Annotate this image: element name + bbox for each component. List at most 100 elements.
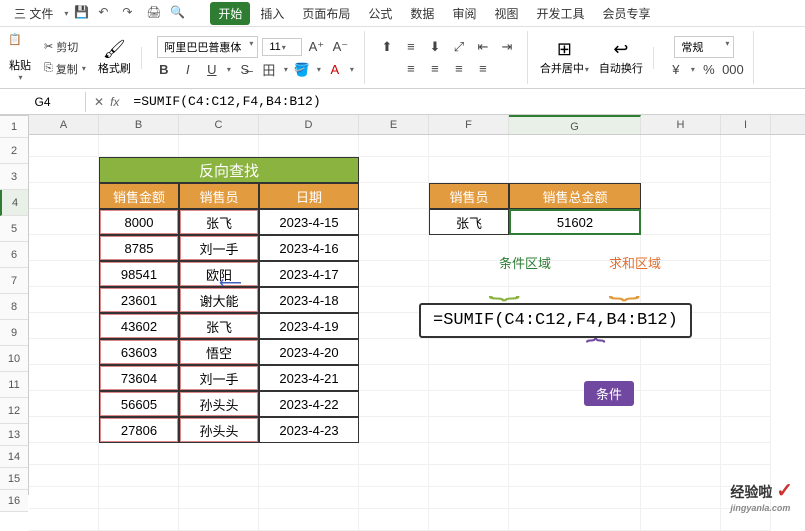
align-center-icon[interactable]: ≡	[425, 59, 445, 79]
currency-icon[interactable]: ¥	[666, 60, 686, 80]
indent-dec-icon[interactable]: ⇤	[473, 37, 493, 57]
copy-button[interactable]: ⎘复制▾	[40, 59, 90, 79]
col-header[interactable]: E	[359, 115, 429, 134]
cell-reference[interactable]: G4	[0, 92, 86, 112]
underline-button[interactable]: U	[202, 60, 222, 80]
data-cell[interactable]: 2023-4-17	[259, 261, 359, 287]
data-cell[interactable]: 23601	[99, 287, 179, 313]
data-cell[interactable]: 8785	[99, 235, 179, 261]
data-cell[interactable]: 73604	[99, 365, 179, 391]
comma-icon[interactable]: 000	[723, 60, 743, 80]
data-cell[interactable]: 2023-4-15	[259, 209, 359, 235]
cut-button[interactable]: ✂剪切	[40, 37, 90, 57]
tab-layout[interactable]: 页面布局	[294, 2, 358, 25]
undo-icon[interactable]: ↶	[98, 5, 114, 21]
data-cell[interactable]: 27806	[99, 417, 179, 443]
col-header[interactable]: F	[429, 115, 509, 134]
result-header[interactable]: 销售员	[429, 183, 509, 209]
tab-formula[interactable]: 公式	[360, 2, 400, 25]
justify-icon[interactable]: ≡	[473, 59, 493, 79]
data-cell[interactable]: 2023-4-23	[259, 417, 359, 443]
table-header[interactable]: 日期	[259, 183, 359, 209]
row-header[interactable]: 3	[0, 164, 28, 190]
font-size-select[interactable]: 11▾	[262, 38, 302, 56]
table-title[interactable]: 反向查找	[99, 157, 359, 183]
col-header[interactable]: D	[259, 115, 359, 134]
save-icon[interactable]: 💾	[74, 5, 90, 21]
increase-font-icon[interactable]: A⁺	[306, 37, 326, 57]
format-painter[interactable]: 🖌 格式刷	[98, 39, 131, 76]
selected-cell[interactable]: 51602	[509, 209, 641, 235]
percent-icon[interactable]: %	[699, 60, 719, 80]
font-color-button[interactable]: A	[325, 60, 345, 80]
tab-dev[interactable]: 开发工具	[528, 2, 592, 25]
fill-color-button[interactable]: 🪣	[292, 60, 312, 80]
font-name-select[interactable]: 阿里巴巴普惠体▾	[157, 36, 258, 58]
row-header[interactable]: 6	[0, 242, 28, 268]
tab-view[interactable]: 视图	[486, 2, 526, 25]
row-header[interactable]: 8	[0, 294, 28, 320]
data-cell[interactable]: 8000	[99, 209, 179, 235]
row-header[interactable]: 11	[0, 372, 28, 398]
data-cell[interactable]: 43602	[99, 313, 179, 339]
row-header[interactable]: 7	[0, 268, 28, 294]
formula-input[interactable]: =SUMIF(C4:C12,F4,B4:B12)	[127, 91, 805, 112]
col-header[interactable]: C	[179, 115, 259, 134]
data-cell[interactable]: 2023-4-22	[259, 391, 359, 417]
file-menu[interactable]: 三 文件	[6, 2, 61, 25]
data-cell[interactable]: 56605	[99, 391, 179, 417]
data-cell[interactable]: 2023-4-16	[259, 235, 359, 261]
decrease-font-icon[interactable]: A⁻	[330, 37, 350, 57]
data-cell[interactable]: 张飞	[179, 313, 259, 339]
data-cell[interactable]: 98541	[99, 261, 179, 287]
merge-button[interactable]: ⊞ 合并居中▾	[540, 39, 589, 76]
col-header[interactable]: I	[721, 115, 771, 134]
tab-data[interactable]: 数据	[402, 2, 442, 25]
row-header[interactable]: 16	[0, 490, 28, 512]
paste-button[interactable]: 📋 粘贴▾	[8, 33, 32, 82]
number-format-select[interactable]: 常规▾	[674, 36, 734, 58]
italic-button[interactable]: I	[178, 60, 198, 80]
data-cell[interactable]: 张飞	[179, 209, 259, 235]
row-header[interactable]: 10	[0, 346, 28, 372]
col-header[interactable]: A	[29, 115, 99, 134]
row-header[interactable]: 15	[0, 468, 28, 490]
row-header[interactable]: 5	[0, 216, 28, 242]
col-header[interactable]: B	[99, 115, 179, 134]
data-cell[interactable]: 2023-4-20	[259, 339, 359, 365]
print-icon[interactable]: 🖨	[146, 5, 162, 21]
row-header[interactable]: 12	[0, 398, 28, 424]
data-cell[interactable]: 孙头头	[179, 417, 259, 443]
align-right-icon[interactable]: ≡	[449, 59, 469, 79]
fx-icon[interactable]: fx	[110, 95, 119, 109]
table-header[interactable]: 销售员	[179, 183, 259, 209]
tab-review[interactable]: 审阅	[444, 2, 484, 25]
indent-inc-icon[interactable]: ⇥	[497, 37, 517, 57]
row-header[interactable]: 14	[0, 446, 28, 468]
data-cell[interactable]: 刘一手	[179, 235, 259, 261]
data-cell[interactable]: 孙头头	[179, 391, 259, 417]
spreadsheet-cells[interactable]: 反向查找 销售金额 销售员 日期 销售员 销售总金额 8000 张飞 2023-…	[29, 135, 805, 531]
bold-button[interactable]: B	[154, 60, 174, 80]
data-cell[interactable]: 悟空	[179, 339, 259, 365]
data-cell[interactable]: 欧阳	[179, 261, 259, 287]
col-header[interactable]: H	[641, 115, 721, 134]
border-button[interactable]: 田	[259, 60, 279, 80]
tab-insert[interactable]: 插入	[252, 2, 292, 25]
data-cell[interactable]: 谢大能	[179, 287, 259, 313]
redo-icon[interactable]: ↷	[122, 5, 138, 21]
tab-home[interactable]: 开始	[210, 2, 250, 25]
tab-member[interactable]: 会员专享	[594, 2, 658, 25]
align-left-icon[interactable]: ≡	[401, 59, 421, 79]
preview-icon[interactable]: 🔍	[170, 5, 186, 21]
cancel-icon[interactable]: ✕	[94, 95, 104, 109]
result-cell[interactable]: 张飞	[429, 209, 509, 235]
col-header[interactable]: G	[509, 115, 641, 134]
result-header[interactable]: 销售总金额	[509, 183, 641, 209]
data-cell[interactable]: 刘一手	[179, 365, 259, 391]
data-cell[interactable]: 63603	[99, 339, 179, 365]
row-header[interactable]: 4	[0, 190, 28, 216]
orient-icon[interactable]: ⤢	[449, 37, 469, 57]
data-cell[interactable]: 2023-4-18	[259, 287, 359, 313]
row-header[interactable]: 13	[0, 424, 28, 446]
